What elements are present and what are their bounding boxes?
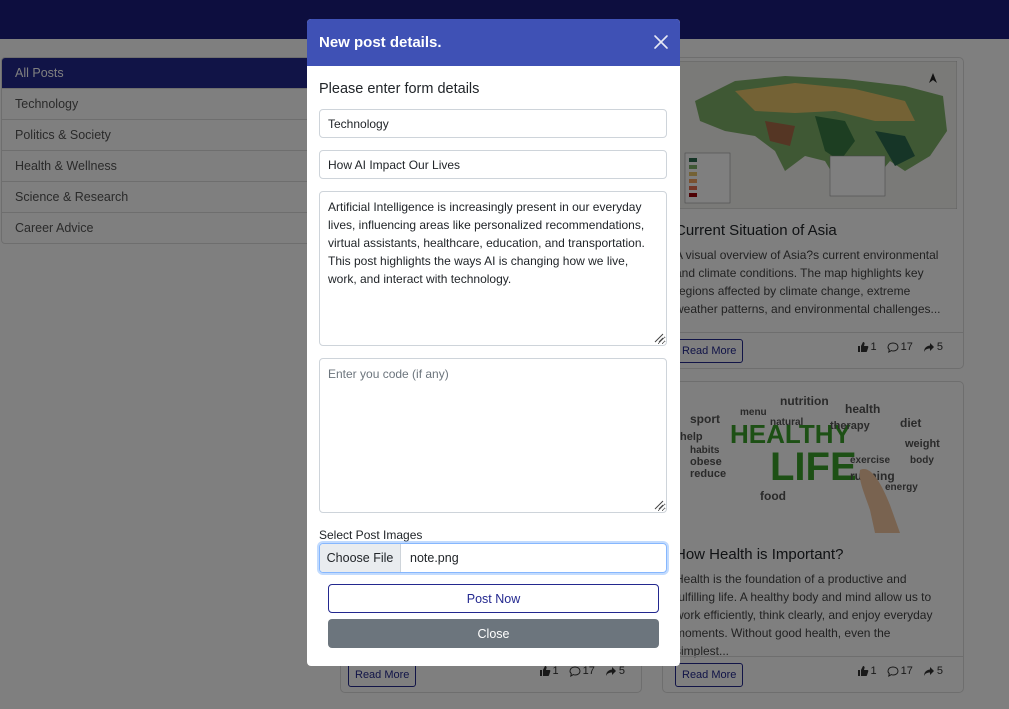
- file-input-label: Select Post Images: [319, 528, 423, 542]
- code-textarea[interactable]: [319, 358, 667, 513]
- post-title-input[interactable]: [319, 150, 667, 179]
- modal-title: New post details.: [319, 34, 442, 51]
- close-button[interactable]: Close: [328, 619, 659, 648]
- category-input[interactable]: [319, 109, 667, 138]
- post-content-textarea[interactable]: Artificial Intelligence is increasingly …: [319, 191, 667, 346]
- new-post-modal: New post details. Please enter form deta…: [307, 19, 680, 666]
- post-now-button[interactable]: Post Now: [328, 584, 659, 613]
- file-input[interactable]: Choose File note.png: [319, 543, 667, 573]
- form-heading: Please enter form details: [319, 81, 480, 97]
- close-icon[interactable]: [652, 33, 670, 51]
- selected-file-name: note.png: [410, 551, 459, 565]
- choose-file-button[interactable]: Choose File: [320, 544, 401, 572]
- modal-header: New post details.: [307, 19, 680, 66]
